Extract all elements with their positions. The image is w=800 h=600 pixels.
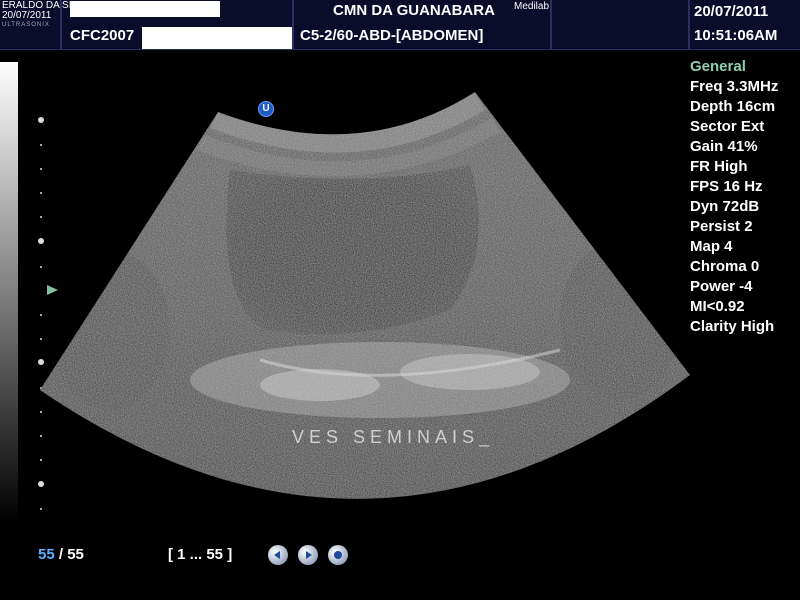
param-fps: FPS 16 Hz (690, 178, 763, 195)
exam-time: 10:51:06AM (694, 27, 778, 44)
frame-current: 55 (38, 546, 55, 563)
institution-name: CMN DA GUANABARA (333, 2, 495, 19)
header-bar: ERALDO DA SI 20/07/2011 , ULTRASONIX CFC… (0, 0, 800, 50)
header-divider (688, 0, 690, 50)
param-mi: MI<0.92 (690, 298, 745, 315)
name-redaction (70, 1, 220, 17)
param-gain: Gain 41% (690, 138, 758, 155)
image-annotation: VES SEMINAIS_ (292, 427, 495, 447)
play-icon (306, 551, 312, 559)
imaging-parameters: General Freq 3.3MHz Depth 16cm Sector Ex… (690, 57, 800, 337)
param-frequency: Freq 3.3MHz (690, 78, 779, 95)
param-power: Power -4 (690, 278, 753, 295)
frame-total: 55 (67, 546, 84, 563)
header-divider (292, 0, 294, 50)
frame-range: [ 1 ... 55 ] (168, 546, 233, 563)
header-divider (550, 0, 552, 50)
param-sector: Sector Ext (690, 118, 765, 135)
play-button[interactable] (298, 545, 318, 565)
param-map: Map 4 (690, 238, 733, 255)
patient-id: CFC2007 (70, 27, 135, 44)
ultrasound-image (0, 55, 690, 525)
id-redaction (142, 27, 292, 49)
name-trailing-comma: , (216, 2, 220, 16)
probe-preset: C5-2/60-ABD-[ABDOMEN] (300, 27, 484, 44)
orientation-marker-icon: U (258, 101, 274, 117)
param-clarity: Clarity High (690, 318, 775, 335)
stop-button[interactable] (328, 545, 348, 565)
patient-info-small: ERALDO DA SI 20/07/2011 (2, 1, 71, 21)
prev-frame-button[interactable] (268, 545, 288, 565)
frame-separator: / (54, 546, 68, 563)
param-chroma: Chroma 0 (690, 258, 760, 275)
param-depth: Depth 16cm (690, 98, 776, 115)
frame-counter: 55 / 55 (38, 546, 84, 563)
exam-date: 20/07/2011 (694, 3, 769, 20)
param-frame-rate: FR High (690, 158, 748, 175)
params-header: General (690, 58, 746, 75)
patient-date: 20/07/2011 (2, 10, 52, 21)
param-persistence: Persist 2 (690, 218, 753, 235)
institution-superscript: Medilab (514, 1, 550, 12)
prev-icon (274, 551, 280, 559)
stop-icon (334, 551, 342, 559)
sector-image (40, 92, 690, 499)
header-divider (0, 49, 800, 50)
param-dynamic-range: Dyn 72dB (690, 198, 760, 215)
brand-logo: ULTRASONIX (2, 22, 50, 28)
